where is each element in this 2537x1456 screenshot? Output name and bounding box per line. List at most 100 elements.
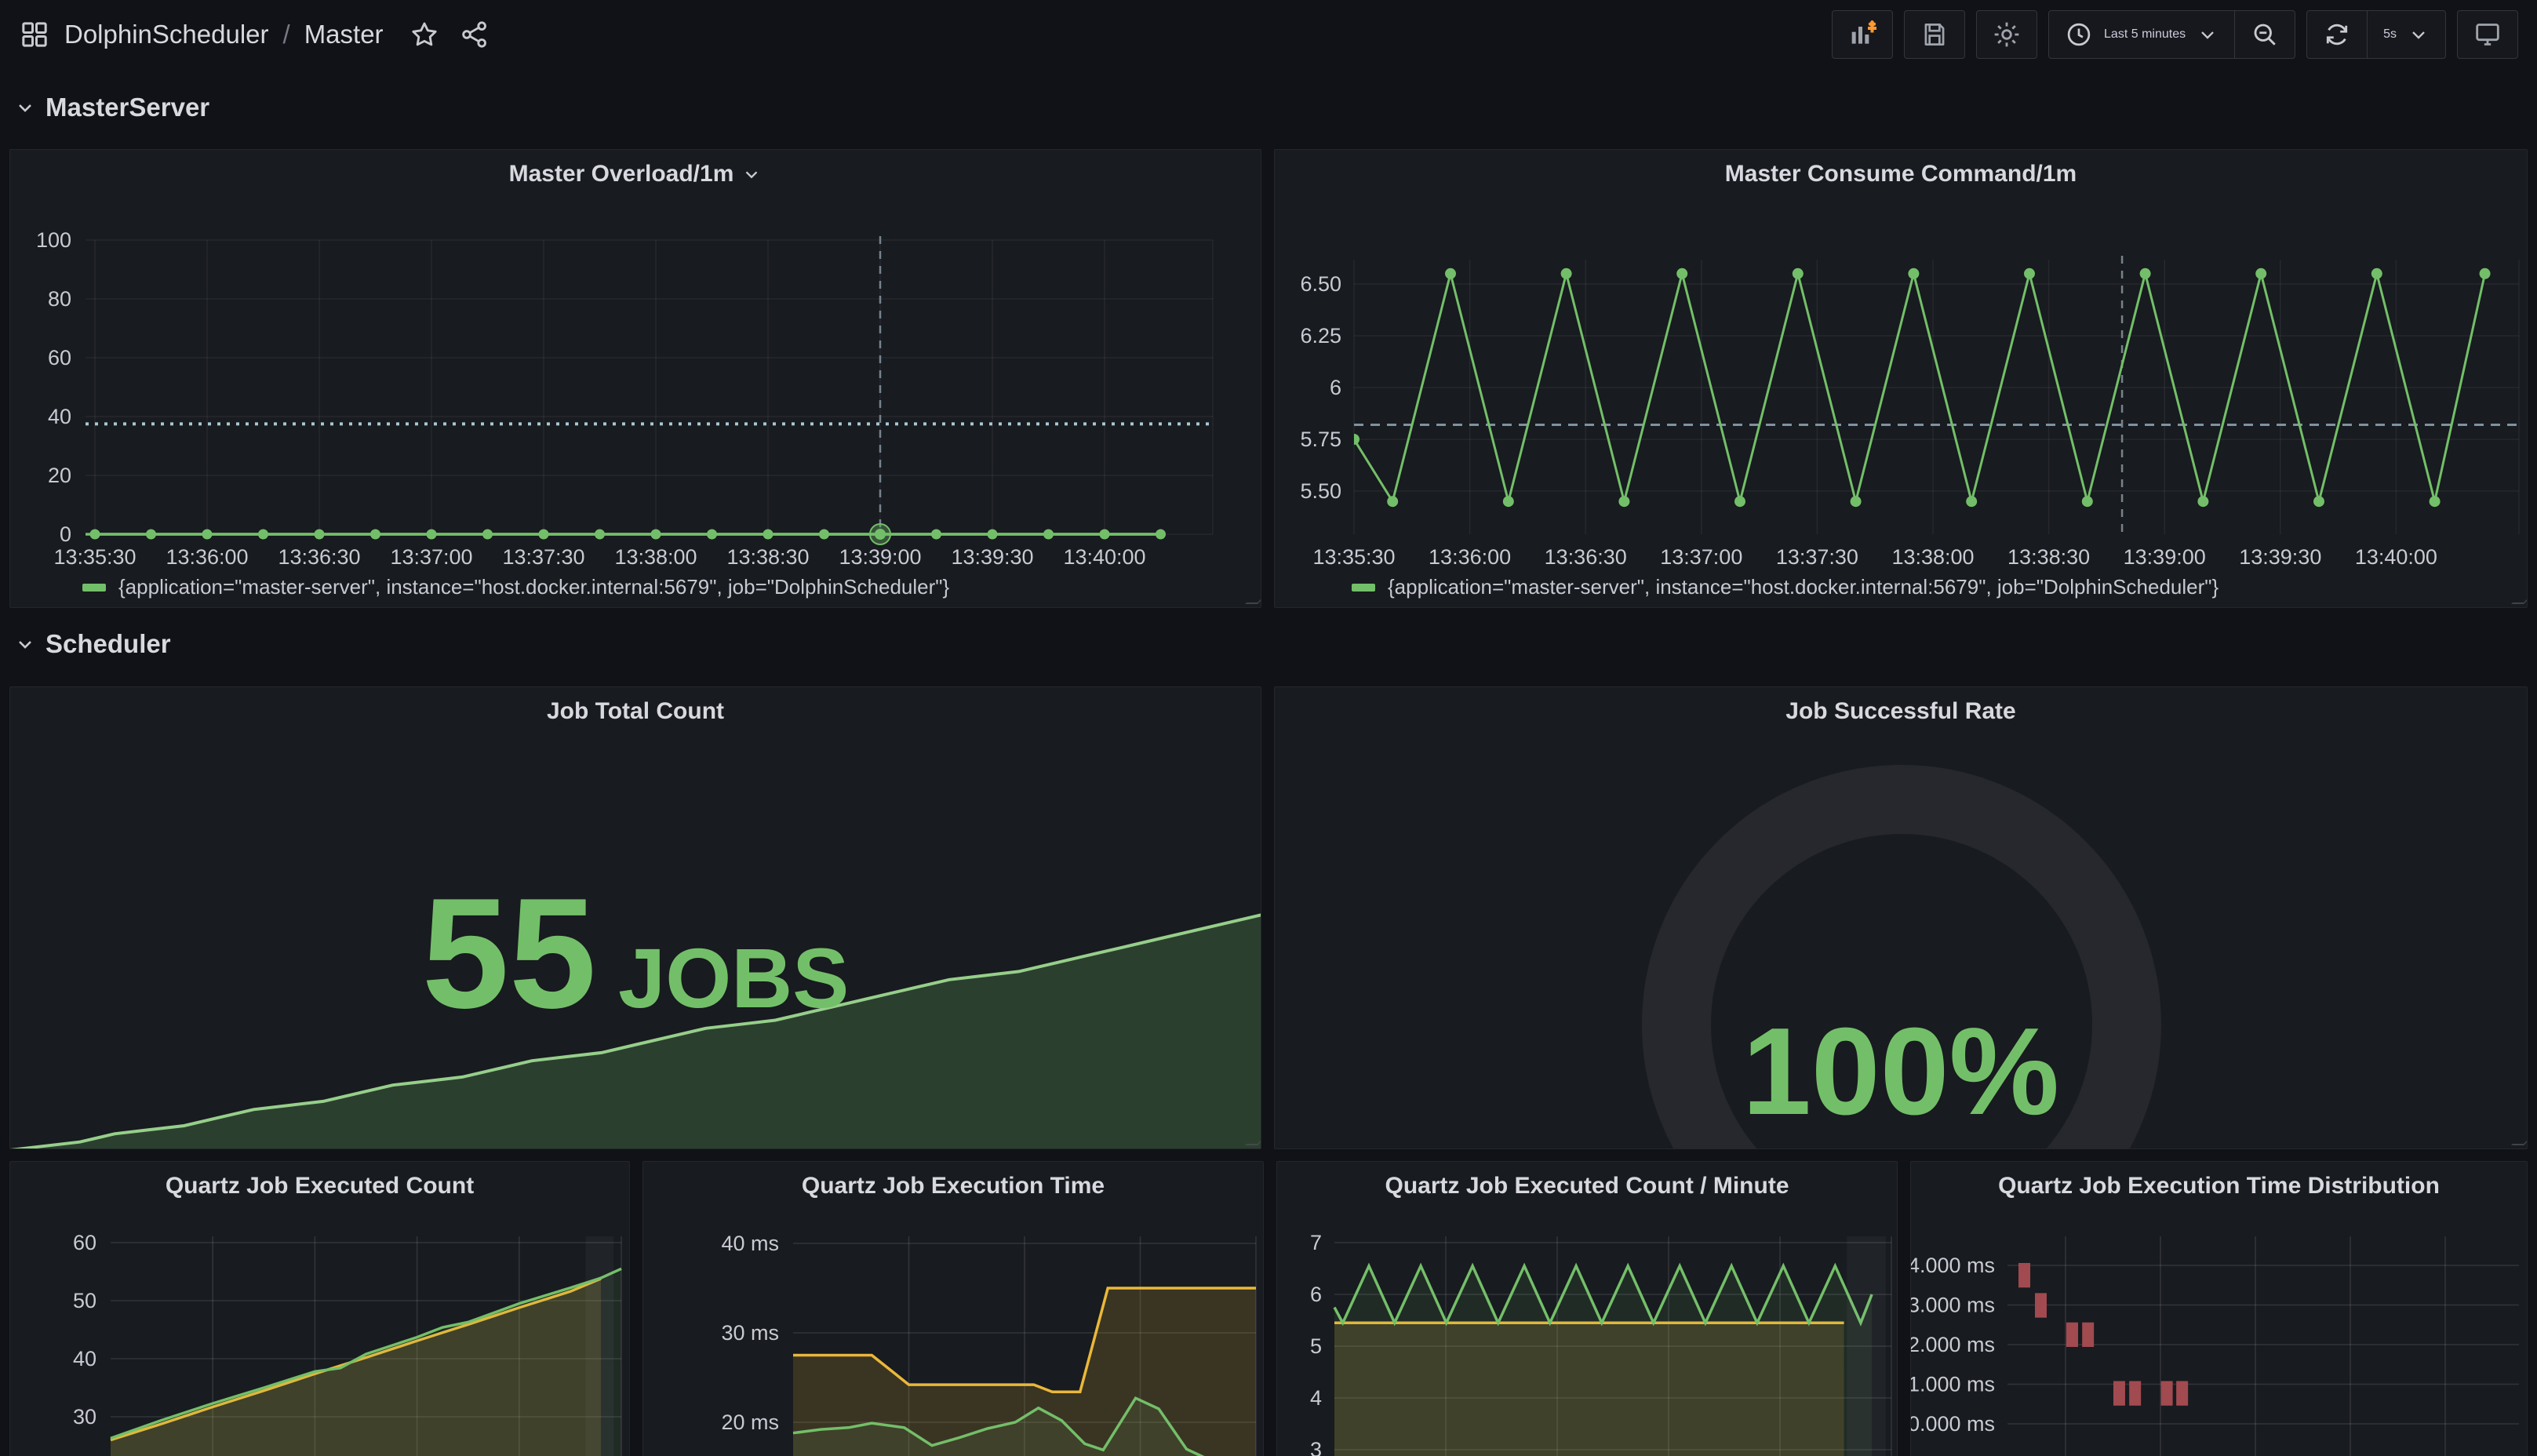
svg-text:13:36:30: 13:36:30 bbox=[278, 545, 360, 569]
svg-text:13:39:30: 13:39:30 bbox=[2239, 545, 2321, 569]
svg-text:34.000 ms: 34.000 ms bbox=[1911, 1254, 1995, 1277]
chevron-down-icon bbox=[2197, 24, 2219, 46]
svg-text:13:39:00: 13:39:00 bbox=[2124, 545, 2206, 569]
svg-text:50: 50 bbox=[73, 1289, 96, 1312]
svg-text:7: 7 bbox=[1310, 1231, 1322, 1254]
dashboard-settings-button[interactable] bbox=[1976, 10, 2037, 59]
svg-text:6: 6 bbox=[1330, 376, 1341, 399]
svg-text:13:37:00: 13:37:00 bbox=[1660, 545, 1742, 569]
svg-text:3: 3 bbox=[1310, 1438, 1322, 1456]
add-panel-button[interactable] bbox=[1832, 10, 1893, 59]
breadcrumb-dashboard[interactable]: DolphinScheduler bbox=[64, 20, 269, 49]
svg-text:13:36:00: 13:36:00 bbox=[166, 545, 248, 569]
svg-text:6.25: 6.25 bbox=[1300, 324, 1341, 348]
svg-text:5: 5 bbox=[1310, 1334, 1322, 1358]
svg-text:13:35:30: 13:35:30 bbox=[53, 545, 136, 569]
share-icon[interactable] bbox=[459, 19, 490, 50]
svg-text:30: 30 bbox=[73, 1405, 96, 1429]
section-scheduler[interactable]: Scheduler bbox=[14, 629, 171, 659]
panel-quartz-count-minute: Quartz Job Executed Count / Minute 34567 bbox=[1276, 1161, 1898, 1456]
svg-text:40 ms: 40 ms bbox=[721, 1232, 779, 1255]
svg-text:33.000 ms: 33.000 ms bbox=[1911, 1294, 1995, 1317]
svg-text:6.50: 6.50 bbox=[1300, 272, 1341, 296]
svg-text:32.000 ms: 32.000 ms bbox=[1911, 1333, 1995, 1356]
svg-text:40: 40 bbox=[73, 1347, 96, 1370]
quartz-count-minute-chart[interactable]: 3 4 5 6 7 bbox=[1277, 1162, 1898, 1456]
svg-text:13:36:30: 13:36:30 bbox=[1545, 545, 1627, 569]
chevron-down-icon bbox=[2408, 24, 2430, 46]
panel-quartz-execution-time: Quartz Job Execution Time 20 ms30 ms40 m… bbox=[642, 1161, 1264, 1456]
gauge-value: 100% bbox=[1275, 1001, 2527, 1143]
section-title: MasterServer bbox=[45, 93, 209, 122]
legend-label: {application="master-server", instance="… bbox=[1388, 575, 2219, 599]
zoom-out-time-button[interactable] bbox=[2235, 11, 2295, 58]
time-picker-group: Last 5 minutes bbox=[2048, 10, 2295, 59]
master-overload-chart[interactable]: 0 20 40 60 80 100 13:35:30 13:36:00 13:36:30 13:3… bbox=[10, 150, 1261, 608]
quartz-execution-time-chart[interactable]: 20 ms 30 ms 40 ms bbox=[643, 1162, 1264, 1456]
svg-text:5.75: 5.75 bbox=[1300, 428, 1341, 451]
svg-text:20: 20 bbox=[48, 464, 71, 487]
quartz-time-distribution-heatmap[interactable]: 30.000 ms 31.000 ms 32.000 ms 33.000 ms 34.0… bbox=[1911, 1162, 2528, 1456]
svg-text:6: 6 bbox=[1310, 1283, 1322, 1306]
svg-text:31.000 ms: 31.000 ms bbox=[1911, 1373, 1995, 1396]
legend-item[interactable]: {application="master-server", instance="… bbox=[1352, 575, 2219, 599]
panel-quartz-time-distribution: Quartz Job Execution Time Distribution 3… bbox=[1910, 1161, 2528, 1456]
chevron-down-icon bbox=[14, 633, 36, 655]
dashboard-toolbar: Last 5 minutes 5s bbox=[1832, 10, 2518, 59]
svg-text:20 ms: 20 ms bbox=[721, 1410, 779, 1434]
panel-job-successful-rate: Job Successful Rate 100% bbox=[1274, 686, 2528, 1149]
svg-text:13:37:00: 13:37:00 bbox=[390, 545, 472, 569]
svg-text:30 ms: 30 ms bbox=[721, 1321, 779, 1345]
svg-text:13:40:00: 13:40:00 bbox=[2355, 545, 2437, 569]
refresh-button[interactable] bbox=[2307, 11, 2367, 58]
svg-text:60: 60 bbox=[48, 346, 71, 369]
section-masterserver[interactable]: MasterServer bbox=[14, 93, 209, 122]
refresh-group: 5s bbox=[2306, 10, 2446, 59]
stat-unit: JOBS bbox=[618, 936, 849, 1021]
apps-grid-icon[interactable] bbox=[19, 19, 50, 50]
svg-text:13:35:30: 13:35:30 bbox=[1312, 545, 1395, 569]
legend-swatch bbox=[1352, 584, 1375, 592]
refresh-interval-picker[interactable]: 5s bbox=[2368, 11, 2445, 58]
svg-text:13:40:00: 13:40:00 bbox=[1063, 545, 1145, 569]
svg-text:13:36:00: 13:36:00 bbox=[1429, 545, 1511, 569]
section-title: Scheduler bbox=[45, 629, 171, 659]
cycle-view-mode-button[interactable] bbox=[2457, 10, 2518, 59]
breadcrumb-page[interactable]: Master bbox=[304, 20, 384, 49]
svg-text:4: 4 bbox=[1310, 1386, 1322, 1410]
chevron-down-icon bbox=[14, 96, 36, 118]
breadcrumb-separator: / bbox=[283, 20, 290, 49]
master-consume-chart[interactable]: 5.50 5.75 6 6.25 6.50 13:35:30 13:36:00 13:36:3… bbox=[1275, 150, 2528, 608]
stat-value: 55 bbox=[422, 875, 596, 1032]
star-icon[interactable] bbox=[409, 19, 440, 50]
svg-text:5.50: 5.50 bbox=[1300, 479, 1341, 503]
refresh-interval-label: 5s bbox=[2383, 27, 2397, 42]
save-dashboard-button[interactable] bbox=[1904, 10, 1965, 59]
svg-text:13:38:00: 13:38:00 bbox=[614, 545, 697, 569]
panel-master-consume: Master Consume Command/1m 5.505.7566.256… bbox=[1274, 149, 2528, 608]
svg-text:80: 80 bbox=[48, 287, 71, 311]
svg-text:13:37:30: 13:37:30 bbox=[1776, 545, 1858, 569]
svg-text:40: 40 bbox=[48, 405, 71, 428]
svg-text:13:38:30: 13:38:30 bbox=[726, 545, 809, 569]
panel-quartz-executed-count: Quartz Job Executed Count 30405060 bbox=[9, 1161, 630, 1456]
svg-text:13:38:00: 13:38:00 bbox=[1891, 545, 1974, 569]
job-total-stat: 55 JOBS bbox=[10, 875, 1261, 1032]
legend-swatch bbox=[82, 584, 106, 592]
svg-text:13:39:00: 13:39:00 bbox=[839, 545, 921, 569]
time-range-label: Last 5 minutes bbox=[2104, 27, 2186, 42]
svg-text:30.000 ms: 30.000 ms bbox=[1911, 1412, 1995, 1436]
svg-text:13:38:30: 13:38:30 bbox=[2007, 545, 2090, 569]
panel-job-total-count: Job Total Count 55 JOBS bbox=[9, 686, 1261, 1149]
panel-master-overload: Master Overload/1m 02040608010013:35:301… bbox=[9, 149, 1261, 608]
quartz-executed-count-chart[interactable]: 30 40 50 60 bbox=[10, 1162, 630, 1456]
top-bar: DolphinScheduler / Master bbox=[0, 0, 2537, 69]
svg-text:60: 60 bbox=[73, 1231, 96, 1254]
time-range-picker[interactable]: Last 5 minutes bbox=[2049, 11, 2234, 58]
svg-text:13:39:30: 13:39:30 bbox=[951, 545, 1033, 569]
svg-text:0: 0 bbox=[60, 522, 71, 546]
legend-item[interactable]: {application="master-server", instance="… bbox=[82, 575, 949, 599]
svg-text:100: 100 bbox=[36, 228, 71, 252]
legend-label: {application="master-server", instance="… bbox=[118, 575, 949, 599]
svg-text:13:37:30: 13:37:30 bbox=[502, 545, 584, 569]
